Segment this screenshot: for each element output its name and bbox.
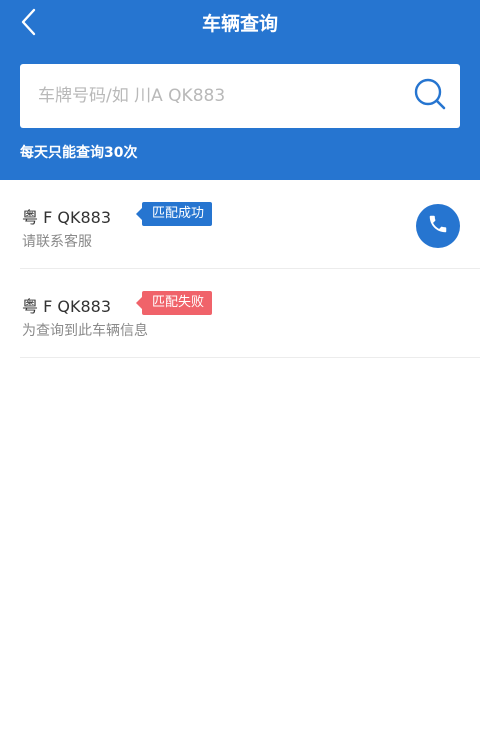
phone-icon bbox=[427, 213, 449, 239]
back-arrow-icon bbox=[20, 8, 36, 40]
page-title: 车辆查询 bbox=[201, 13, 278, 35]
list-item[interactable]: 粤 F QK883 匹配成功 请联系客服 bbox=[20, 180, 480, 269]
list-item[interactable]: 粤 F QK883 匹配失败 为查询到此车辆信息 bbox=[20, 269, 480, 358]
result-list: 粤 F QK883 匹配成功 请联系客服 粤 F QK883 匹配失败 为查询到… bbox=[20, 180, 480, 358]
search-box bbox=[20, 64, 460, 128]
plate-number: 粤 F QK883 bbox=[22, 208, 112, 227]
result-message: 为查询到此车辆信息 bbox=[22, 323, 148, 339]
status-badge: 匹配成功 bbox=[135, 202, 213, 226]
header-bar: 车辆查询 每天只能查询30次 bbox=[0, 0, 480, 180]
search-input[interactable] bbox=[20, 64, 400, 128]
search-icon bbox=[413, 77, 447, 115]
search-button[interactable] bbox=[412, 78, 448, 114]
status-badge: 匹配失败 bbox=[135, 291, 213, 315]
plate-number: 粤 F QK883 bbox=[22, 297, 112, 316]
back-button[interactable] bbox=[10, 6, 46, 42]
result-message: 请联系客服 bbox=[22, 234, 92, 250]
query-limit-note: 每天只能查询30次 bbox=[20, 145, 138, 161]
call-button[interactable] bbox=[416, 204, 460, 248]
